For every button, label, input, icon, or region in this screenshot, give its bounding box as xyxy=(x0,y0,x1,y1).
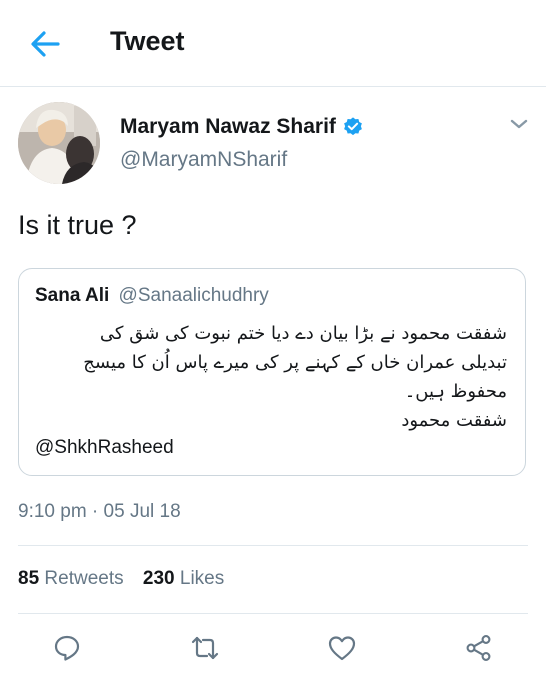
divider xyxy=(18,613,528,614)
quoted-tweet-header: Sana Ali @Sanaalichudhry xyxy=(35,285,269,307)
avatar-photo xyxy=(18,102,100,184)
quoted-text-line: شفقت محمود نے بڑا بیان دے دیا ختم نبوت ک… xyxy=(99,323,507,344)
tweet-timestamp[interactable]: 9:10 pm · 05 Jul 18 xyxy=(18,501,181,523)
quoted-text-line: شفقت محمود xyxy=(401,410,507,431)
share-icon xyxy=(466,635,491,661)
verified-badge-icon xyxy=(344,117,362,136)
likes-label: Likes xyxy=(179,568,225,589)
page-title: Tweet xyxy=(110,26,185,56)
quoted-tweet-text: شفقت محمود نے بڑا بیان دے دیا ختم نبوت ک… xyxy=(27,319,507,435)
like-button[interactable] xyxy=(324,630,360,666)
top-bar: Tweet xyxy=(0,0,546,87)
tweet-stats: 85 Retweets 230 Likes xyxy=(18,568,238,590)
quoted-tweet[interactable]: Sana Ali @Sanaalichudhry شفقت محمود نے ب… xyxy=(18,268,526,476)
reply-button[interactable] xyxy=(49,630,85,666)
author-row: Maryam Nawaz Sharif xyxy=(120,115,364,139)
arrow-left-icon xyxy=(31,31,60,57)
quoted-mention: @ShkhRasheed xyxy=(35,437,174,458)
retweet-button[interactable] xyxy=(187,630,223,666)
avatar[interactable] xyxy=(18,102,100,184)
likes-count: 230 xyxy=(142,568,175,589)
quoted-author-name: Sana Ali xyxy=(35,285,110,306)
reply-icon xyxy=(54,635,80,661)
divider xyxy=(18,545,528,546)
likes-stat[interactable]: 230 Likes xyxy=(143,568,224,589)
retweet-icon xyxy=(191,636,219,660)
author-handle[interactable]: @MaryamNSharif xyxy=(120,148,287,172)
retweets-stat[interactable]: 85 Retweets xyxy=(18,568,124,589)
retweets-label: Retweets xyxy=(44,568,124,589)
back-button[interactable] xyxy=(22,24,66,64)
quoted-text-line: تبدیلی عمران خاں کے کہنے پر کی میرے پاس … xyxy=(83,352,507,373)
retweets-count: 85 xyxy=(18,568,40,589)
more-options-button[interactable] xyxy=(508,116,530,132)
tweet-text: Is it true ? xyxy=(18,210,137,240)
like-icon xyxy=(328,636,356,661)
author-name[interactable]: Maryam Nawaz Sharif xyxy=(120,115,336,139)
chevron-down-icon xyxy=(510,119,528,129)
quoted-text-line: محفوظ ہیں۔ xyxy=(404,381,507,402)
share-button[interactable] xyxy=(461,630,497,666)
quoted-author-handle: @Sanaalichudhry xyxy=(118,285,269,306)
